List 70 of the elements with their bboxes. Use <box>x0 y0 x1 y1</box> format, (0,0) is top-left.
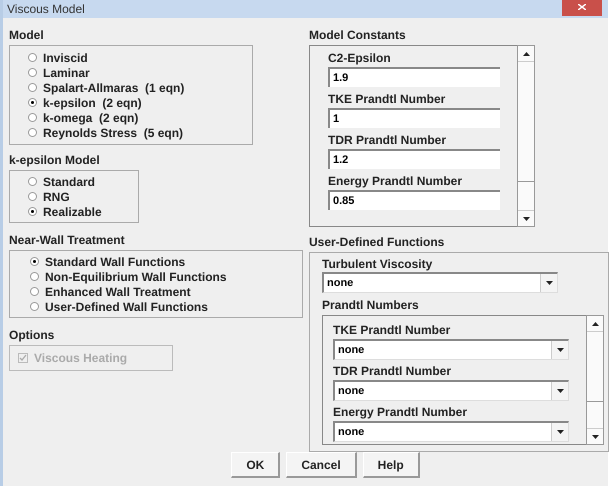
radio-label: Inviscid <box>43 50 88 66</box>
radio-label: User-Defined Wall Functions <box>45 298 208 316</box>
radio-label: Enhanced Wall Treatment <box>45 284 191 300</box>
input-field[interactable]: 1.9 <box>328 67 500 87</box>
scroll-down-icon <box>592 434 598 438</box>
radio-label: Non-Equilibrium Wall Functions <box>45 268 227 286</box>
field-label: Energy Prandtl Number <box>333 404 468 421</box>
group-title: Near-Wall Treatment <box>9 233 126 248</box>
dropdown-field[interactable]: none <box>333 421 569 442</box>
field-label: TDR Prandtl Number <box>333 363 452 380</box>
dropdown-field[interactable]: none <box>333 339 569 360</box>
radio-button[interactable] <box>30 302 39 311</box>
field-label: TKE Prandtl Number <box>333 322 452 339</box>
field-label: TDR Prandtl Number <box>328 132 448 149</box>
close-icon <box>578 4 586 10</box>
radio-label: Reynolds Stress (5 eqn) <box>43 124 184 142</box>
group-title: k-epsilon Model <box>9 153 101 168</box>
radio-button[interactable] <box>30 287 39 296</box>
window-title: Viscous Model <box>7 1 85 18</box>
checkbox-label: Viscous Heating <box>34 350 128 367</box>
dialog-button[interactable]: Cancel <box>286 452 357 478</box>
radio-button[interactable] <box>28 113 37 122</box>
radio-button[interactable] <box>28 207 37 216</box>
radio-button[interactable] <box>28 83 37 92</box>
dropdown-button[interactable] <box>540 274 557 292</box>
input-field[interactable]: 0.85 <box>328 190 500 210</box>
radio-label: k-omega (2 eqn) <box>43 110 138 126</box>
field-label: Energy Prandtl Number <box>328 173 464 190</box>
caret-icon <box>556 389 564 393</box>
group-title: User-Defined Functions <box>309 235 446 250</box>
radio-label: Standard <box>43 174 96 190</box>
radio-label: Realizable <box>43 204 102 220</box>
radio-label: RNG <box>43 188 70 206</box>
radio-button[interactable] <box>30 272 39 281</box>
caret-icon <box>556 430 564 434</box>
radio-button[interactable] <box>30 257 39 266</box>
radio-label: Standard Wall Functions <box>45 254 186 270</box>
radio-button[interactable] <box>28 53 37 62</box>
radio-button[interactable] <box>28 68 37 77</box>
dropdown-field[interactable]: none <box>333 380 569 401</box>
dropdown-field[interactable]: none <box>322 272 558 293</box>
scrollbar[interactable] <box>586 315 604 445</box>
dropdown-button[interactable] <box>551 341 568 359</box>
field-label: Prandtl Numbers <box>322 297 420 313</box>
input-field[interactable]: 1 <box>328 108 500 128</box>
radio-label: Laminar <box>43 64 90 82</box>
dropdown-button[interactable] <box>551 423 568 441</box>
caret-icon <box>546 281 552 285</box>
radio-label: Spalart-Allmaras (1 eqn) <box>43 80 184 96</box>
radio-button[interactable] <box>28 128 37 137</box>
dialog-button[interactable]: OK <box>231 452 280 478</box>
radio-button[interactable] <box>28 177 37 186</box>
field-label: C2-Epsilon <box>328 50 392 67</box>
field-label: Turbulent Viscosity <box>322 256 434 272</box>
scroll-up-icon <box>592 322 598 326</box>
dialog-button[interactable]: Help <box>362 452 420 478</box>
dropdown-button[interactable] <box>551 382 568 400</box>
input-field[interactable]: 1.2 <box>328 149 500 169</box>
radio-button[interactable] <box>28 98 37 107</box>
group-title: Options <box>9 328 56 343</box>
close-button[interactable] <box>562 0 602 16</box>
group-title: Model Constants <box>309 28 407 43</box>
scroll-up-icon <box>522 52 530 56</box>
scroll-down-icon <box>522 216 530 220</box>
radio-button[interactable] <box>28 192 37 201</box>
caret-icon <box>556 348 564 352</box>
scrollbar[interactable] <box>517 45 535 227</box>
group-title: Model <box>9 28 45 43</box>
field-label: TKE Prandtl Number <box>328 91 446 108</box>
radio-label: k-epsilon (2 eqn) <box>43 94 142 112</box>
